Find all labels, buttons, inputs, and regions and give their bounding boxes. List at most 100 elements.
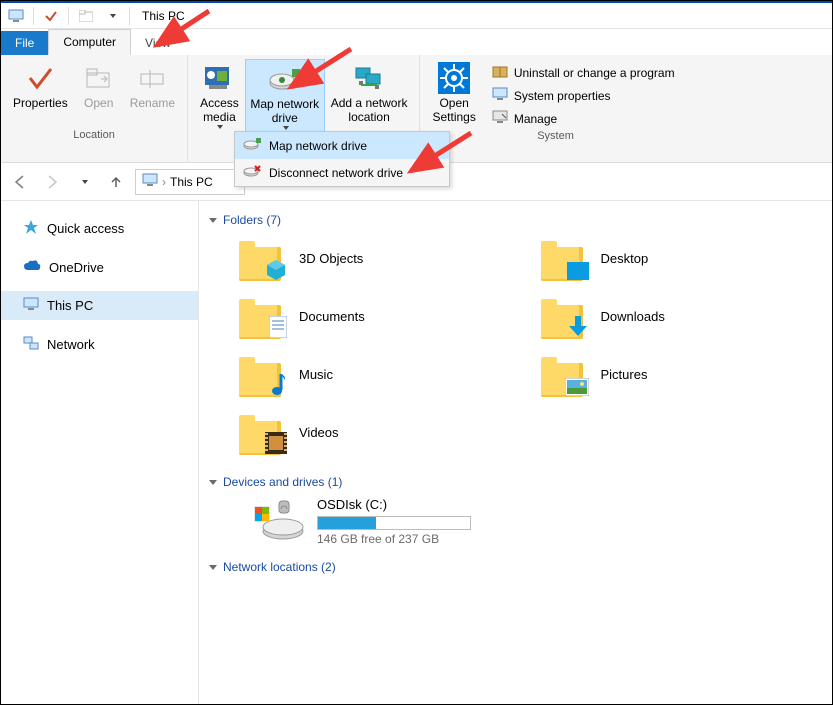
sidebar-item-label: This PC (47, 298, 93, 313)
pc-icon (142, 173, 158, 190)
address-current: This PC (170, 175, 213, 189)
add-network-location-button[interactable]: Add a network location (325, 59, 414, 127)
network-icon (23, 336, 39, 353)
star-icon (23, 219, 39, 238)
folder-label: Documents (299, 309, 365, 324)
drive-c[interactable]: OSDIsk (C:) 146 GB free of 237 GB (209, 493, 822, 554)
content-pane: Folders (7) 3D Objects Desktop Documents… (199, 201, 832, 704)
properties-label: Properties (13, 95, 68, 125)
section-network-locations[interactable]: Network locations (2) (209, 554, 822, 578)
drive-name: OSDIsk (C:) (317, 497, 471, 512)
window-title: This PC (142, 9, 185, 23)
access-media-label: Access media (200, 95, 239, 125)
address-bar[interactable]: › This PC (135, 169, 245, 195)
folder-label: Desktop (601, 251, 649, 266)
open-settings-button[interactable]: Open Settings (426, 59, 481, 127)
uninstall-program-button[interactable]: Uninstall or change a program (488, 63, 679, 82)
ribbon-group-location: Properties Open Rename Location (1, 55, 188, 162)
folder-3d-objects[interactable]: 3D Objects (239, 235, 521, 281)
rename-label: Rename (130, 95, 175, 125)
chevron-down-icon (209, 218, 217, 223)
folder-label: 3D Objects (299, 251, 363, 266)
sidebar-item-network[interactable]: Network (1, 330, 198, 359)
add-network-location-icon (352, 61, 386, 95)
nav-back-button[interactable] (7, 169, 33, 195)
group-label-location: Location (73, 127, 115, 141)
drive-icon (243, 137, 261, 154)
rename-button: Rename (124, 59, 181, 127)
folder-label: Downloads (601, 309, 665, 324)
section-label: Network locations (2) (223, 560, 336, 574)
section-folders[interactable]: Folders (7) (209, 207, 822, 231)
group-label-system: System (537, 128, 574, 142)
ribbon-group-system: Open Settings Uninstall or change a prog… (420, 55, 690, 162)
title-bar: This PC (1, 1, 832, 29)
folder-documents[interactable]: Documents (239, 293, 521, 339)
ribbon: Properties Open Rename Location (1, 55, 832, 163)
uninstall-label: Uninstall or change a program (514, 66, 675, 80)
chevron-down-icon (209, 565, 217, 570)
open-icon (85, 61, 113, 95)
tab-file[interactable]: File (1, 31, 48, 55)
folder-pictures[interactable]: Pictures (541, 351, 823, 397)
tab-computer[interactable]: Computer (48, 29, 131, 55)
sidebar-item-onedrive[interactable]: OneDrive (1, 254, 198, 281)
open-label: Open (84, 95, 113, 125)
folder-icon (541, 293, 587, 339)
chevron-down-icon (283, 126, 289, 130)
system-properties-label: System properties (514, 89, 611, 103)
sidebar: Quick access OneDrive This PC Network (1, 201, 199, 704)
folder-icon (239, 409, 285, 455)
dd-disconnect-network-drive[interactable]: Disconnect network drive (235, 159, 449, 186)
properties-button[interactable]: Properties (7, 59, 74, 127)
pc-icon (23, 297, 39, 314)
folder-icon (541, 235, 587, 281)
monitor-icon (492, 87, 508, 104)
folder-label: Videos (299, 425, 339, 440)
chevron-down-icon (209, 480, 217, 485)
sidebar-item-this-pc[interactable]: This PC (1, 291, 198, 320)
map-network-drive-icon (268, 62, 302, 96)
nav-recent-button[interactable] (71, 169, 97, 195)
drive-free-text: 146 GB free of 237 GB (317, 532, 471, 546)
drive-disconnect-icon (243, 164, 261, 181)
chevron-down-icon (217, 125, 223, 129)
access-media-icon (203, 61, 235, 95)
sidebar-item-quick-access[interactable]: Quick access (1, 213, 198, 244)
folder-music[interactable]: Music (239, 351, 521, 397)
manage-button[interactable]: Manage (488, 109, 679, 128)
folder-videos[interactable]: Videos (239, 409, 521, 455)
folder-icon (239, 351, 285, 397)
tab-view[interactable]: View (131, 31, 185, 55)
dd-map-network-drive[interactable]: Map network drive (235, 132, 449, 159)
access-media-button[interactable]: Access media (194, 59, 245, 131)
folder-label: Music (299, 367, 333, 382)
sidebar-item-label: Quick access (47, 221, 124, 236)
map-network-drive-label: Map network drive (250, 96, 319, 126)
sidebar-item-label: Network (47, 337, 95, 352)
folder-icon (239, 293, 285, 339)
section-drives[interactable]: Devices and drives (1) (209, 469, 822, 493)
box-icon (492, 64, 508, 81)
qat-properties-icon[interactable] (40, 5, 62, 27)
manage-label: Manage (514, 112, 557, 126)
system-properties-button[interactable]: System properties (488, 86, 679, 105)
nav-up-button[interactable] (103, 169, 129, 195)
folder-icon (541, 351, 587, 397)
folder-downloads[interactable]: Downloads (541, 293, 823, 339)
section-label: Folders (7) (223, 213, 281, 227)
rename-icon (138, 61, 166, 95)
folder-label: Pictures (601, 367, 648, 382)
qat-newfolder-icon[interactable] (75, 5, 97, 27)
map-network-drive-button[interactable]: Map network drive (245, 59, 325, 133)
add-network-location-label: Add a network location (331, 95, 408, 125)
qat-customize-icon[interactable] (101, 5, 123, 27)
drive-icon (253, 497, 305, 541)
manage-icon (492, 110, 508, 127)
sidebar-item-label: OneDrive (49, 260, 104, 275)
folder-desktop[interactable]: Desktop (541, 235, 823, 281)
nav-forward-button[interactable] (39, 169, 65, 195)
folder-icon (239, 235, 285, 281)
pc-icon (5, 5, 27, 27)
open-button: Open (74, 59, 124, 127)
